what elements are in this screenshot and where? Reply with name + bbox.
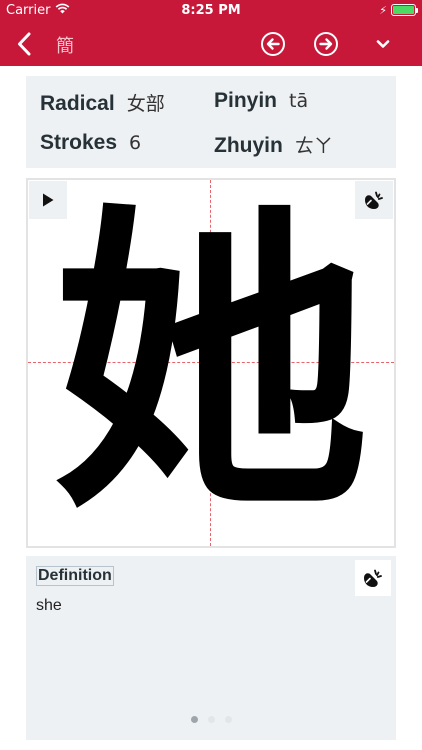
strokes-label: Strokes bbox=[40, 131, 118, 154]
page-dot[interactable] bbox=[190, 716, 198, 723]
definition-text: she bbox=[36, 597, 62, 614]
zhuyin-value: ㄊㄚ bbox=[294, 135, 333, 157]
pinyin-row: Pinyin tā bbox=[214, 89, 308, 113]
strokes-value: 6 bbox=[129, 132, 142, 154]
character-info-card: Radical 女部 Pinyin tā Strokes 6 Zhuyin ㄊㄚ bbox=[26, 76, 396, 168]
speaker-icon bbox=[365, 191, 383, 209]
zhuyin-label: Zhuyin bbox=[214, 134, 283, 157]
radical-label: Radical bbox=[40, 92, 115, 115]
strokes-row: Strokes 6 bbox=[40, 131, 141, 155]
zhuyin-row: Zhuyin ㄊㄚ bbox=[214, 131, 333, 158]
character-glyph: 她 bbox=[52, 178, 370, 548]
status-bar: Carrier 8:25 PM ⚡ bbox=[0, 0, 422, 22]
battery-level bbox=[393, 6, 414, 14]
status-right: ⚡ bbox=[379, 3, 418, 17]
nav-bar: 簡 bbox=[0, 22, 422, 66]
radical-row: Radical 女部 bbox=[40, 89, 165, 116]
previous-character-button[interactable] bbox=[259, 30, 287, 58]
page-dot[interactable] bbox=[224, 716, 232, 723]
radical-value: 女部 bbox=[126, 93, 165, 115]
arrow-right-circle-icon bbox=[314, 32, 338, 56]
definition-card: Definition she bbox=[26, 556, 396, 740]
pinyin-label: Pinyin bbox=[214, 89, 278, 112]
play-stroke-animation-button[interactable] bbox=[29, 181, 67, 219]
app-header: Carrier 8:25 PM ⚡ 簡 bbox=[0, 0, 422, 66]
nav-title: 簡 bbox=[56, 36, 74, 57]
definition-title: Definition bbox=[36, 566, 114, 586]
chevron-left-icon bbox=[18, 32, 31, 56]
pinyin-value: tā bbox=[289, 90, 309, 112]
battery-icon bbox=[391, 4, 418, 16]
back-button[interactable] bbox=[8, 26, 40, 62]
chevron-down-icon bbox=[376, 40, 390, 48]
page-dot[interactable] bbox=[207, 716, 215, 723]
status-time: 8:25 PM bbox=[181, 3, 241, 18]
more-options-button[interactable] bbox=[369, 30, 397, 58]
pronounce-definition-button[interactable] bbox=[355, 560, 391, 596]
play-icon bbox=[43, 193, 54, 207]
page-indicator[interactable] bbox=[26, 716, 396, 723]
arrow-left-circle-icon bbox=[261, 32, 285, 56]
character-canvas[interactable]: 她 bbox=[26, 178, 396, 548]
speaker-icon bbox=[364, 569, 382, 587]
pronounce-character-button[interactable] bbox=[355, 181, 393, 219]
charging-icon: ⚡ bbox=[379, 3, 387, 17]
next-character-button[interactable] bbox=[312, 30, 340, 58]
